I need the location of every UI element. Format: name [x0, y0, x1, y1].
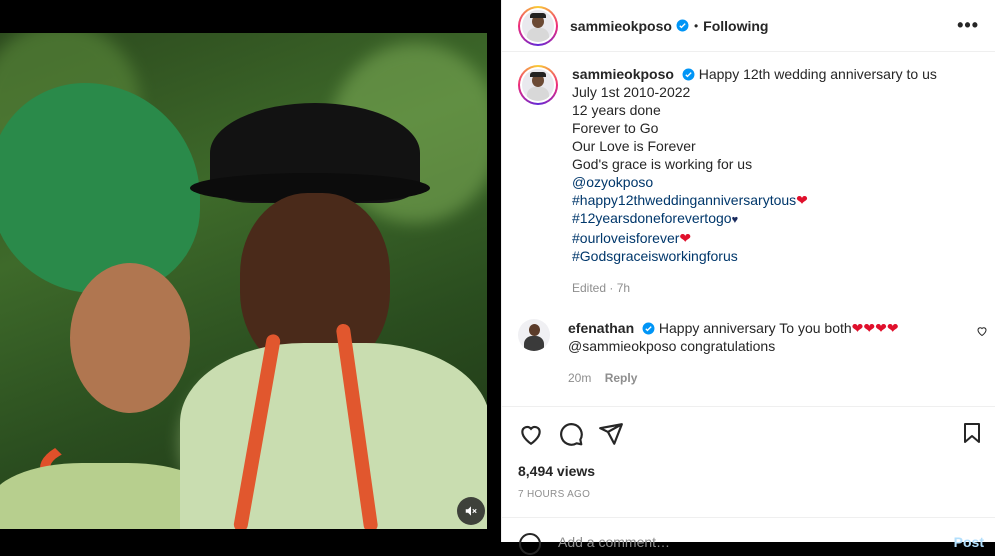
verified-badge-icon [676, 19, 689, 32]
caption-line: Our Love is Forever [572, 138, 696, 154]
caption-mention[interactable]: @ozyokposo [572, 173, 972, 191]
author-avatar[interactable] [518, 5, 558, 46]
comment-icon[interactable] [558, 421, 584, 447]
red-heart-icon: ❤ [679, 230, 692, 246]
commenter-avatar[interactable] [518, 319, 550, 351]
comments-section: sammieokposo Happy 12th wedding annivers… [502, 53, 995, 406]
mute-button[interactable] [457, 497, 485, 525]
post-comment-button[interactable]: Post [954, 534, 984, 550]
comment-like-heart-icon[interactable] [976, 325, 988, 337]
separator-dot: • [693, 18, 699, 33]
verified-badge-icon [682, 68, 695, 81]
following-button[interactable]: Following [703, 18, 768, 34]
reply-button[interactable]: Reply [605, 371, 638, 385]
caption-edited-time: Edited · 7h [572, 281, 631, 295]
comment-text-line2: @sammieokposo congratulations [568, 338, 776, 354]
caption-author-avatar[interactable] [518, 65, 558, 105]
caption-line: July 1st 2010-2022 [572, 84, 691, 100]
like-heart-icon[interactable] [518, 421, 544, 447]
add-comment-bar: Add a comment… Post [502, 517, 995, 555]
hashtag-link[interactable]: #ourloveisforever [572, 230, 679, 246]
caption-line: God's grace is working for us [572, 156, 753, 172]
post-header: sammieokposo • Following ••• [502, 0, 995, 52]
comment-text: Happy anniversary To you both [658, 320, 852, 336]
post-time: 7 HOURS AGO [518, 489, 591, 500]
verified-badge-icon [642, 322, 655, 335]
post-panel: sammieokposo • Following ••• sammieokpos… [501, 0, 995, 555]
post-media [0, 0, 501, 542]
post-actions: 8,494 views 7 HOURS AGO [502, 406, 995, 518]
caption-line: Forever to Go [572, 120, 659, 136]
caption: sammieokposo Happy 12th wedding annivers… [518, 65, 972, 297]
caption-line: Happy 12th wedding anniversary to us [698, 66, 937, 82]
comment-item: efenathan Happy anniversary To you both❤… [518, 319, 988, 387]
save-bookmark-icon[interactable] [960, 421, 984, 445]
add-comment-input[interactable]: Add a comment… [558, 534, 670, 550]
caption-username[interactable]: sammieokposo [572, 66, 674, 82]
post-photo[interactable] [0, 33, 487, 529]
emoji-icon[interactable] [518, 532, 542, 556]
more-options-icon[interactable]: ••• [957, 15, 979, 36]
comment-hearts: ❤❤❤❤ [851, 320, 899, 336]
hashtag-link[interactable]: #12yearsdoneforevertogo [572, 210, 732, 226]
share-icon[interactable] [598, 421, 624, 447]
speaker-muted-icon [465, 506, 477, 516]
hashtag-link[interactable]: #happy12thweddinganniversarytous [572, 192, 796, 208]
caption-line: 12 years done [572, 102, 661, 118]
comment-time: 20m [568, 371, 592, 385]
hashtag-link[interactable]: #Godsgraceisworkingforus [572, 247, 972, 265]
red-heart-icon: ❤ [796, 192, 808, 208]
blue-heart-icon: ♥ [731, 214, 739, 226]
view-count[interactable]: 8,494 views [518, 463, 595, 479]
author-username[interactable]: sammieokposo [570, 18, 672, 34]
commenter-username[interactable]: efenathan [568, 320, 634, 336]
